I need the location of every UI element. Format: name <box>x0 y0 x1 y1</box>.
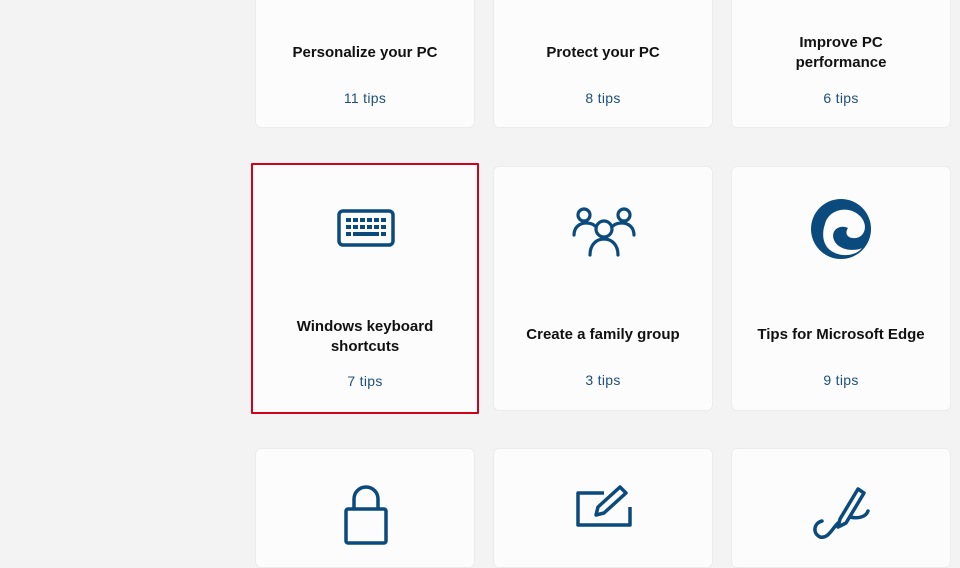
card-title: Create a family group <box>526 326 680 343</box>
card-title: Improve PC performance <box>795 34 887 71</box>
edge-icon <box>810 198 872 260</box>
card-title: Personalize your PC <box>292 44 438 61</box>
tip-card-microsoft-edge[interactable]: Tips for Microsoft Edge 9 tips <box>731 166 951 411</box>
card-tip-count: 7 tips <box>347 373 383 389</box>
tip-card-family-group[interactable]: Create a family group 3 tips <box>493 166 713 411</box>
card-title: Tips for Microsoft Edge <box>757 326 925 343</box>
tip-card-lock[interactable] <box>255 448 475 568</box>
card-tip-count: 3 tips <box>585 372 621 388</box>
tip-card-personalize[interactable]: Personalize your PC 11 tips <box>255 0 475 128</box>
tip-card-pen-pad[interactable] <box>493 448 713 568</box>
card-tip-count: 8 tips <box>585 90 621 106</box>
tip-card-pen-signature[interactable] <box>731 448 951 568</box>
pen-signature-icon <box>810 483 874 543</box>
family-group-icon <box>572 205 636 257</box>
card-tip-count: 6 tips <box>823 90 859 106</box>
card-title: Protect your PC <box>546 44 660 61</box>
card-tip-count: 9 tips <box>823 372 859 388</box>
pen-pad-icon <box>574 483 634 531</box>
tip-card-keyboard-shortcuts[interactable]: Windows keyboard shortcuts 7 tips <box>251 163 479 414</box>
tip-card-protect[interactable]: Protect your PC 8 tips <box>493 0 713 128</box>
keyboard-icon <box>337 209 395 247</box>
lock-icon <box>342 483 390 545</box>
card-title: Windows keyboard shortcuts <box>296 318 434 355</box>
tip-card-performance[interactable]: Improve PC performance 6 tips <box>731 0 951 128</box>
card-tip-count: 11 tips <box>343 90 387 106</box>
